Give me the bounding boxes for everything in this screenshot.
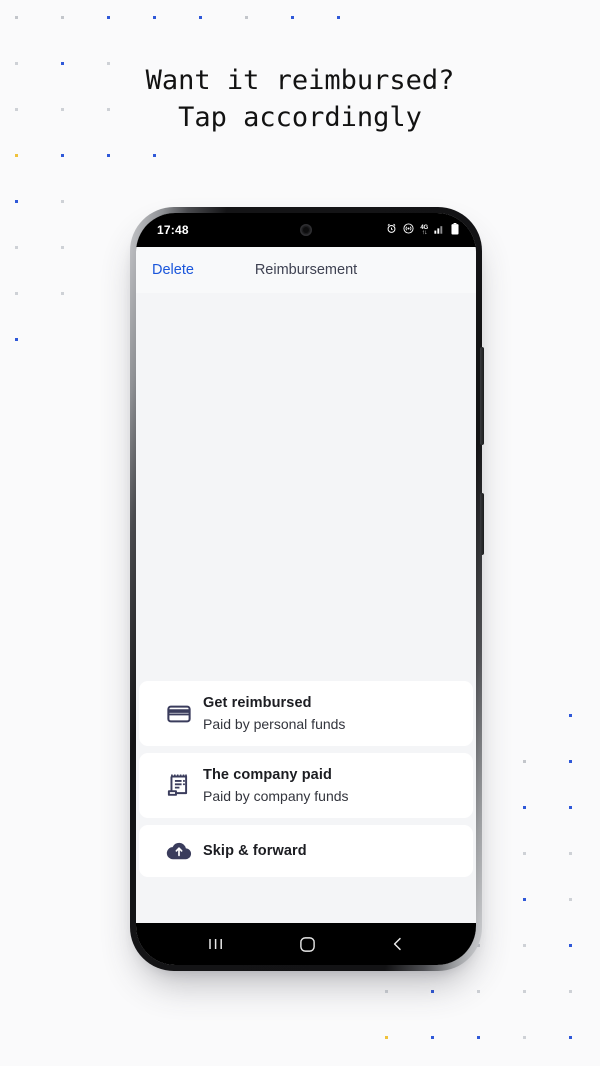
background-dot — [199, 16, 202, 19]
background-dot — [569, 760, 572, 763]
background-dot — [569, 714, 572, 717]
background-dot — [61, 292, 64, 295]
background-dot — [15, 200, 18, 203]
background-dot — [15, 154, 18, 157]
option-text: Skip & forward — [203, 843, 307, 859]
background-dot — [569, 806, 572, 809]
background-dot — [523, 944, 526, 947]
network-arrows-icon: ↑↓ — [421, 229, 428, 236]
option-skip-forward[interactable]: Skip & forward — [139, 825, 473, 877]
battery-icon — [451, 222, 459, 238]
background-dot — [153, 154, 156, 157]
background-dot — [569, 990, 572, 993]
alarm-icon — [386, 223, 397, 237]
phone-bezel: 17:48 4G ↑↓ Delete Reimbursement Get rei… — [136, 213, 476, 965]
delete-button[interactable]: Delete — [152, 262, 194, 278]
option-text: The company paid Paid by company funds — [203, 767, 349, 804]
background-dot — [523, 898, 526, 901]
background-dot — [15, 246, 18, 249]
background-dot — [523, 806, 526, 809]
option-company-paid[interactable]: The company paid Paid by company funds — [139, 753, 473, 818]
background-dot — [337, 16, 340, 19]
option-text: Get reimbursed Paid by personal funds — [203, 695, 345, 732]
background-dot — [15, 338, 18, 341]
background-dot — [385, 1036, 388, 1039]
signal-bars-icon — [434, 224, 445, 237]
headline-line-2: Tap accordingly — [178, 102, 422, 133]
back-icon[interactable] — [390, 936, 405, 952]
background-dot — [477, 1036, 480, 1039]
option-title: Get reimbursed — [203, 695, 312, 711]
background-dot — [523, 990, 526, 993]
option-title: Skip & forward — [203, 843, 307, 859]
option-subtitle: Paid by company funds — [203, 788, 349, 804]
option-get-reimbursed[interactable]: Get reimbursed Paid by personal funds — [139, 681, 473, 746]
background-dot — [107, 154, 110, 157]
background-dot — [61, 246, 64, 249]
headline-line-1: Want it reimbursed? — [145, 65, 455, 96]
background-dot — [569, 852, 572, 855]
background-dot — [245, 16, 248, 19]
option-title: The company paid — [203, 767, 332, 783]
status-time: 17:48 — [157, 223, 189, 237]
background-dot — [107, 16, 110, 19]
background-dot — [153, 16, 156, 19]
phone-screen: 17:48 4G ↑↓ Delete Reimbursement Get rei… — [136, 213, 476, 965]
background-dot — [61, 200, 64, 203]
phone-mockup: 17:48 4G ↑↓ Delete Reimbursement Get rei… — [128, 203, 484, 971]
background-dot — [15, 292, 18, 295]
option-subtitle: Paid by personal funds — [203, 716, 346, 732]
background-dot — [291, 16, 294, 19]
app-content: Get reimbursed Paid by personal funds Th… — [136, 293, 476, 923]
credit-card-icon — [155, 701, 203, 727]
page-title: Want it reimbursed? Tap accordingly — [0, 62, 600, 136]
android-nav-bar — [136, 923, 476, 965]
background-dot — [569, 944, 572, 947]
app-header: Delete Reimbursement — [136, 247, 476, 293]
background-dot — [15, 16, 18, 19]
status-bar: 17:48 4G ↑↓ — [136, 213, 476, 247]
background-dot — [431, 1036, 434, 1039]
background-dot — [523, 760, 526, 763]
volume-button[interactable] — [480, 347, 484, 445]
background-dot — [523, 852, 526, 855]
background-dot — [385, 990, 388, 993]
phone-frame: 17:48 4G ↑↓ Delete Reimbursement Get rei… — [130, 207, 484, 971]
status-icons: 4G ↑↓ — [386, 222, 459, 238]
wifi-cast-icon — [403, 223, 414, 237]
background-dot — [61, 154, 64, 157]
power-button[interactable] — [480, 493, 484, 555]
network-4g-icon: 4G ↑↓ — [420, 225, 428, 236]
front-camera-icon — [300, 224, 312, 236]
background-dot — [569, 1036, 572, 1039]
background-dot — [61, 16, 64, 19]
home-icon[interactable] — [299, 936, 316, 953]
reimbursement-options-list: Get reimbursed Paid by personal funds Th… — [136, 681, 476, 877]
background-dot — [477, 990, 480, 993]
recents-icon[interactable] — [207, 936, 225, 952]
background-dot — [569, 898, 572, 901]
background-dot — [431, 990, 434, 993]
background-dot — [523, 1036, 526, 1039]
cloud-upload-icon — [155, 840, 203, 862]
receipt-icon — [155, 772, 203, 800]
